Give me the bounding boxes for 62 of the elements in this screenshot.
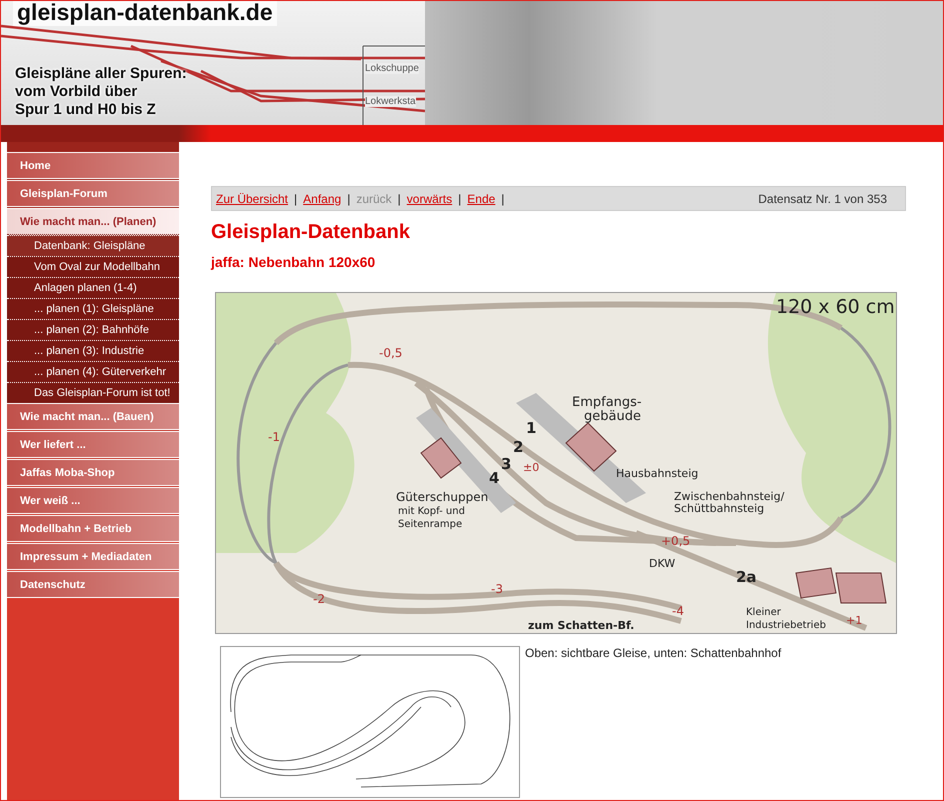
menu-item[interactable]: Home (7, 152, 179, 179)
plan-label: 2a (736, 568, 757, 586)
separator: | (398, 192, 401, 206)
nav-link[interactable]: Anfang (303, 192, 342, 206)
submenu-item[interactable]: ... planen (1): Gleispläne (7, 298, 179, 319)
plan-label: 2 (513, 438, 524, 456)
tagline-line: Gleispläne aller Spuren: (15, 65, 187, 83)
menu-item[interactable]: Wie macht man... (Planen) (7, 208, 179, 235)
submenu-item[interactable]: Anlagen planen (1-4) (7, 277, 179, 298)
nav-link[interactable]: Zur Übersicht (216, 192, 288, 206)
menu-item[interactable]: Wie macht man... (Bauen) (7, 403, 179, 430)
tagline-line: Spur 1 und H0 bis Z (15, 101, 157, 119)
drawing-label: Lokwerksta (365, 96, 416, 107)
plan-label: +1 (846, 614, 862, 627)
nav-link[interactable]: vorwärts (406, 192, 452, 206)
separator: | (458, 192, 462, 206)
plan-label: -0,5 (379, 346, 402, 360)
plan-label: -1 (268, 430, 280, 444)
plan-label: 4 (489, 469, 500, 487)
menu-item[interactable]: Wer liefert ... (7, 431, 179, 458)
site-title[interactable]: gleisplan-datenbank.de (13, 1, 277, 26)
tagline-line: vom Vorbild über (15, 83, 138, 101)
menu-item[interactable]: Datenschutz (7, 571, 179, 598)
plan-caption: Oben: sichtbare Gleise, unten: Schattenbahnhof (525, 646, 782, 662)
plan-label: 1 (526, 419, 536, 437)
plan-title: jaffa: Nebenbahn 120x60 (211, 254, 376, 270)
plan-label: mit Kopf- und (398, 506, 465, 517)
plan-label: Empfangs- (572, 395, 642, 410)
drawing-label: Lokschuppe (365, 63, 419, 74)
menu-item[interactable]: Jaffas Moba-Shop (7, 459, 179, 486)
separator: | (501, 192, 504, 206)
plan-label: DKW (649, 557, 676, 570)
nav-link[interactable]: Ende (467, 192, 496, 206)
page-title: Gleisplan-Datenbank (211, 221, 411, 244)
plan-label: Industriebetrieb (746, 620, 826, 631)
submenu-item[interactable]: Vom Oval zur Modellbahn (7, 256, 179, 277)
plan-label: gebäude (584, 409, 641, 424)
record-counter: Datensatz Nr. 1 von 353 (758, 192, 887, 206)
menu-item[interactable]: Gleisplan-Forum (7, 180, 179, 207)
plan-label: Zwischenbahnsteig/ (674, 490, 784, 503)
plan-label: Schüttbahnsteig (674, 502, 764, 515)
submenu-item[interactable]: Datenbank: Gleispläne (7, 235, 179, 256)
submenu-item[interactable]: ... planen (3): Industrie (7, 340, 179, 361)
plan-label: Seitenrampe (398, 519, 462, 530)
plan-label: 3 (501, 455, 512, 473)
plan-label: +0,5 (661, 534, 690, 548)
submenu-item[interactable]: ... planen (4): Güterverkehr (7, 361, 179, 382)
plan-label: Kleiner (746, 607, 781, 618)
plan-label: 120 x 60 cm (776, 296, 895, 318)
plan-label: ±0 (523, 461, 540, 474)
menu-item[interactable]: Modellbahn + Betrieb (7, 515, 179, 542)
plan-label: -4 (672, 604, 684, 618)
plan-label: -3 (491, 582, 503, 596)
separator: | (347, 192, 350, 206)
plan-label: zum Schatten-Bf. (528, 619, 634, 632)
menu-item[interactable]: Impressum + Mediadaten (7, 543, 179, 570)
submenu-item[interactable]: ... planen (2): Bahnhöfe (7, 319, 179, 340)
menu-item[interactable]: Wer weiß ... (7, 487, 179, 514)
plan-label: Hausbahnsteig (616, 467, 698, 480)
plan-label: -2 (313, 592, 325, 606)
separator: | (294, 192, 298, 206)
plan-label: Güterschuppen (396, 490, 488, 504)
